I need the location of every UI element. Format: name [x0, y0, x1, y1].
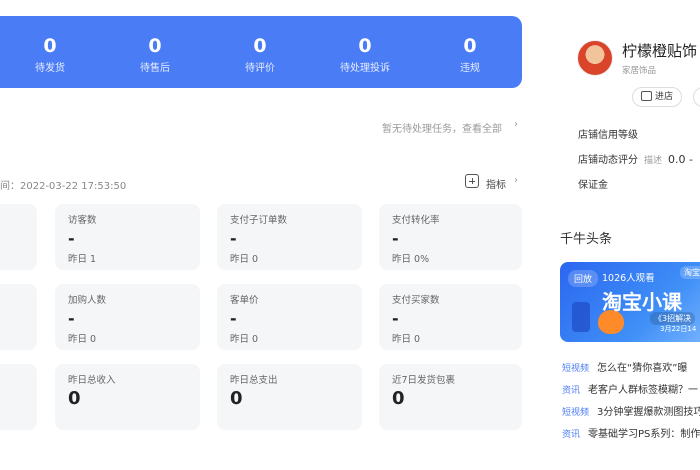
replay-tag: 回放 — [568, 270, 599, 287]
rating-value: 0.0 - — [668, 153, 693, 166]
status-label: 待发货 — [35, 63, 65, 74]
metric-value: - — [230, 309, 237, 328]
metric-card-partial — [0, 364, 37, 430]
news-item[interactable]: 资讯 零基础学习PS系列：制作 — [560, 425, 700, 440]
enter-shop-label: 进店 — [655, 92, 674, 102]
metric-title: 加购人数 — [68, 295, 107, 306]
metric-card-conversion-rate[interactable]: 支付转化率 - 昨日 0% — [379, 204, 522, 270]
metric-title: 支付买家数 — [392, 295, 440, 306]
metric-title: 支付转化率 — [392, 215, 440, 226]
chevron-right-icon: › — [514, 119, 518, 130]
add-metric-icon[interactable] — [465, 174, 479, 188]
status-label: 待评价 — [245, 63, 275, 74]
status-label: 违规 — [460, 63, 480, 74]
news-text: 怎么在“猜你喜欢”曝 — [597, 363, 688, 374]
news-tag: 短视频 — [562, 364, 590, 374]
metric-value: 0 — [392, 388, 405, 409]
metrics-button[interactable]: 指标 — [486, 176, 506, 191]
status-value: 0 — [463, 35, 477, 57]
taobao-logo: 淘宝 — [680, 266, 700, 279]
news-text: 零基础学习PS系列：制作 — [588, 429, 700, 440]
chevron-right-icon: › — [514, 175, 518, 186]
metric-title: 昨日总支出 — [230, 375, 278, 386]
metric-value: 0 — [68, 388, 81, 409]
watcher-count: 1026人观看 — [602, 273, 655, 284]
shop-category: 家居饰品 — [622, 66, 657, 76]
metric-card-expense[interactable]: 昨日总支出 0 — [217, 364, 362, 430]
news-section-title: 千牛头条 — [560, 232, 613, 247]
status-value: 0 — [253, 35, 267, 57]
credit-label: 店铺信用等级 — [578, 130, 638, 141]
status-violations[interactable]: 0 违规 — [420, 16, 520, 88]
news-item[interactable]: 短视频 怎么在“猜你喜欢”曝 — [560, 359, 687, 374]
shop-name[interactable]: 柠檬橙贴饰 — [622, 40, 697, 61]
metric-yesterday: 昨日 1 — [68, 254, 97, 265]
update-time: 间：2022-03-22 17:53:50 — [0, 181, 127, 192]
status-value: 0 — [358, 35, 372, 57]
metric-card-visitors[interactable]: 访客数 - 昨日 1 — [55, 204, 200, 270]
metric-yesterday: 昨日 0 — [392, 334, 421, 345]
metric-card-packages[interactable]: 近7日发货包裹 0 — [379, 364, 522, 430]
metric-card-partial — [0, 204, 37, 270]
rating-sub-label: 描述 — [644, 156, 663, 166]
rating-label: 店铺动态评分 — [578, 155, 638, 166]
metric-card-paid-suborders[interactable]: 支付子订单数 - 昨日 0 — [217, 204, 362, 270]
metric-title: 昨日总收入 — [68, 375, 116, 386]
enter-shop-button[interactable]: 进店 — [632, 87, 682, 107]
status-label: 待售后 — [140, 63, 170, 74]
metric-card-paying-buyers[interactable]: 支付买家数 - 昨日 0 — [379, 284, 522, 350]
shop-rating: 店铺动态评分 描述 0.0 - — [578, 151, 693, 166]
metric-yesterday: 昨日 0% — [392, 254, 430, 265]
shop-credit-level: 店铺信用等级 — [578, 126, 638, 141]
metric-yesterday: 昨日 0 — [230, 254, 259, 265]
metric-value: - — [68, 309, 75, 328]
status-value: 0 — [43, 35, 57, 57]
status-pending-ship[interactable]: 0 待发货 — [0, 16, 100, 88]
shop-action-button[interactable] — [693, 87, 700, 107]
banner-date: 3月22日14 — [660, 325, 697, 333]
news-tag: 资讯 — [562, 430, 581, 440]
order-status-banner: 0 待发货 0 待售后 0 待评价 0 待处理投诉 0 违规 — [0, 16, 522, 88]
metric-value: - — [392, 229, 399, 248]
status-label: 待处理投诉 — [340, 63, 390, 74]
banner-decoration — [572, 302, 590, 332]
news-banner[interactable]: 回放 1026人观看 淘宝 淘宝小课 《3招解决 3月22日14 — [560, 262, 700, 342]
store-icon — [641, 91, 652, 101]
shop-avatar[interactable] — [577, 40, 613, 76]
status-after-sale[interactable]: 0 待售后 — [105, 16, 205, 88]
metric-card-income[interactable]: 昨日总收入 0 — [55, 364, 200, 430]
banner-headline: 淘宝小课 — [602, 290, 682, 314]
deposit-label: 保证金 — [578, 180, 608, 191]
metric-card-avg-order-value[interactable]: 客单价 - 昨日 0 — [217, 284, 362, 350]
tasks-view-all-link[interactable]: 暂无待处理任务，查看全部 — [382, 120, 502, 135]
metric-value: 0 — [230, 388, 243, 409]
metric-value: - — [392, 309, 399, 328]
status-complaints[interactable]: 0 待处理投诉 — [315, 16, 415, 88]
status-value: 0 — [148, 35, 162, 57]
metric-title: 客单价 — [230, 295, 259, 306]
metric-title: 近7日发货包裹 — [392, 375, 456, 386]
shop-deposit: 保证金 — [578, 176, 608, 191]
news-text: 3分钟掌握爆款测图技巧 — [597, 407, 700, 418]
news-tag: 短视频 — [562, 408, 590, 418]
metric-yesterday: 昨日 0 — [230, 334, 259, 345]
news-item[interactable]: 资讯 老客户人群标签模糊？一 — [560, 381, 698, 396]
metric-title: 访客数 — [68, 215, 97, 226]
metric-card-partial — [0, 284, 37, 350]
metric-title: 支付子订单数 — [230, 215, 288, 226]
status-pending-review[interactable]: 0 待评价 — [210, 16, 310, 88]
metric-yesterday: 昨日 0 — [68, 334, 97, 345]
news-tag: 资讯 — [562, 386, 581, 396]
news-text: 老客户人群标签模糊？一 — [588, 385, 699, 396]
metric-value: - — [68, 229, 75, 248]
metric-card-add-to-cart[interactable]: 加购人数 - 昨日 0 — [55, 284, 200, 350]
news-item[interactable]: 短视频 3分钟掌握爆款测图技巧 — [560, 403, 700, 418]
metric-value: - — [230, 229, 237, 248]
